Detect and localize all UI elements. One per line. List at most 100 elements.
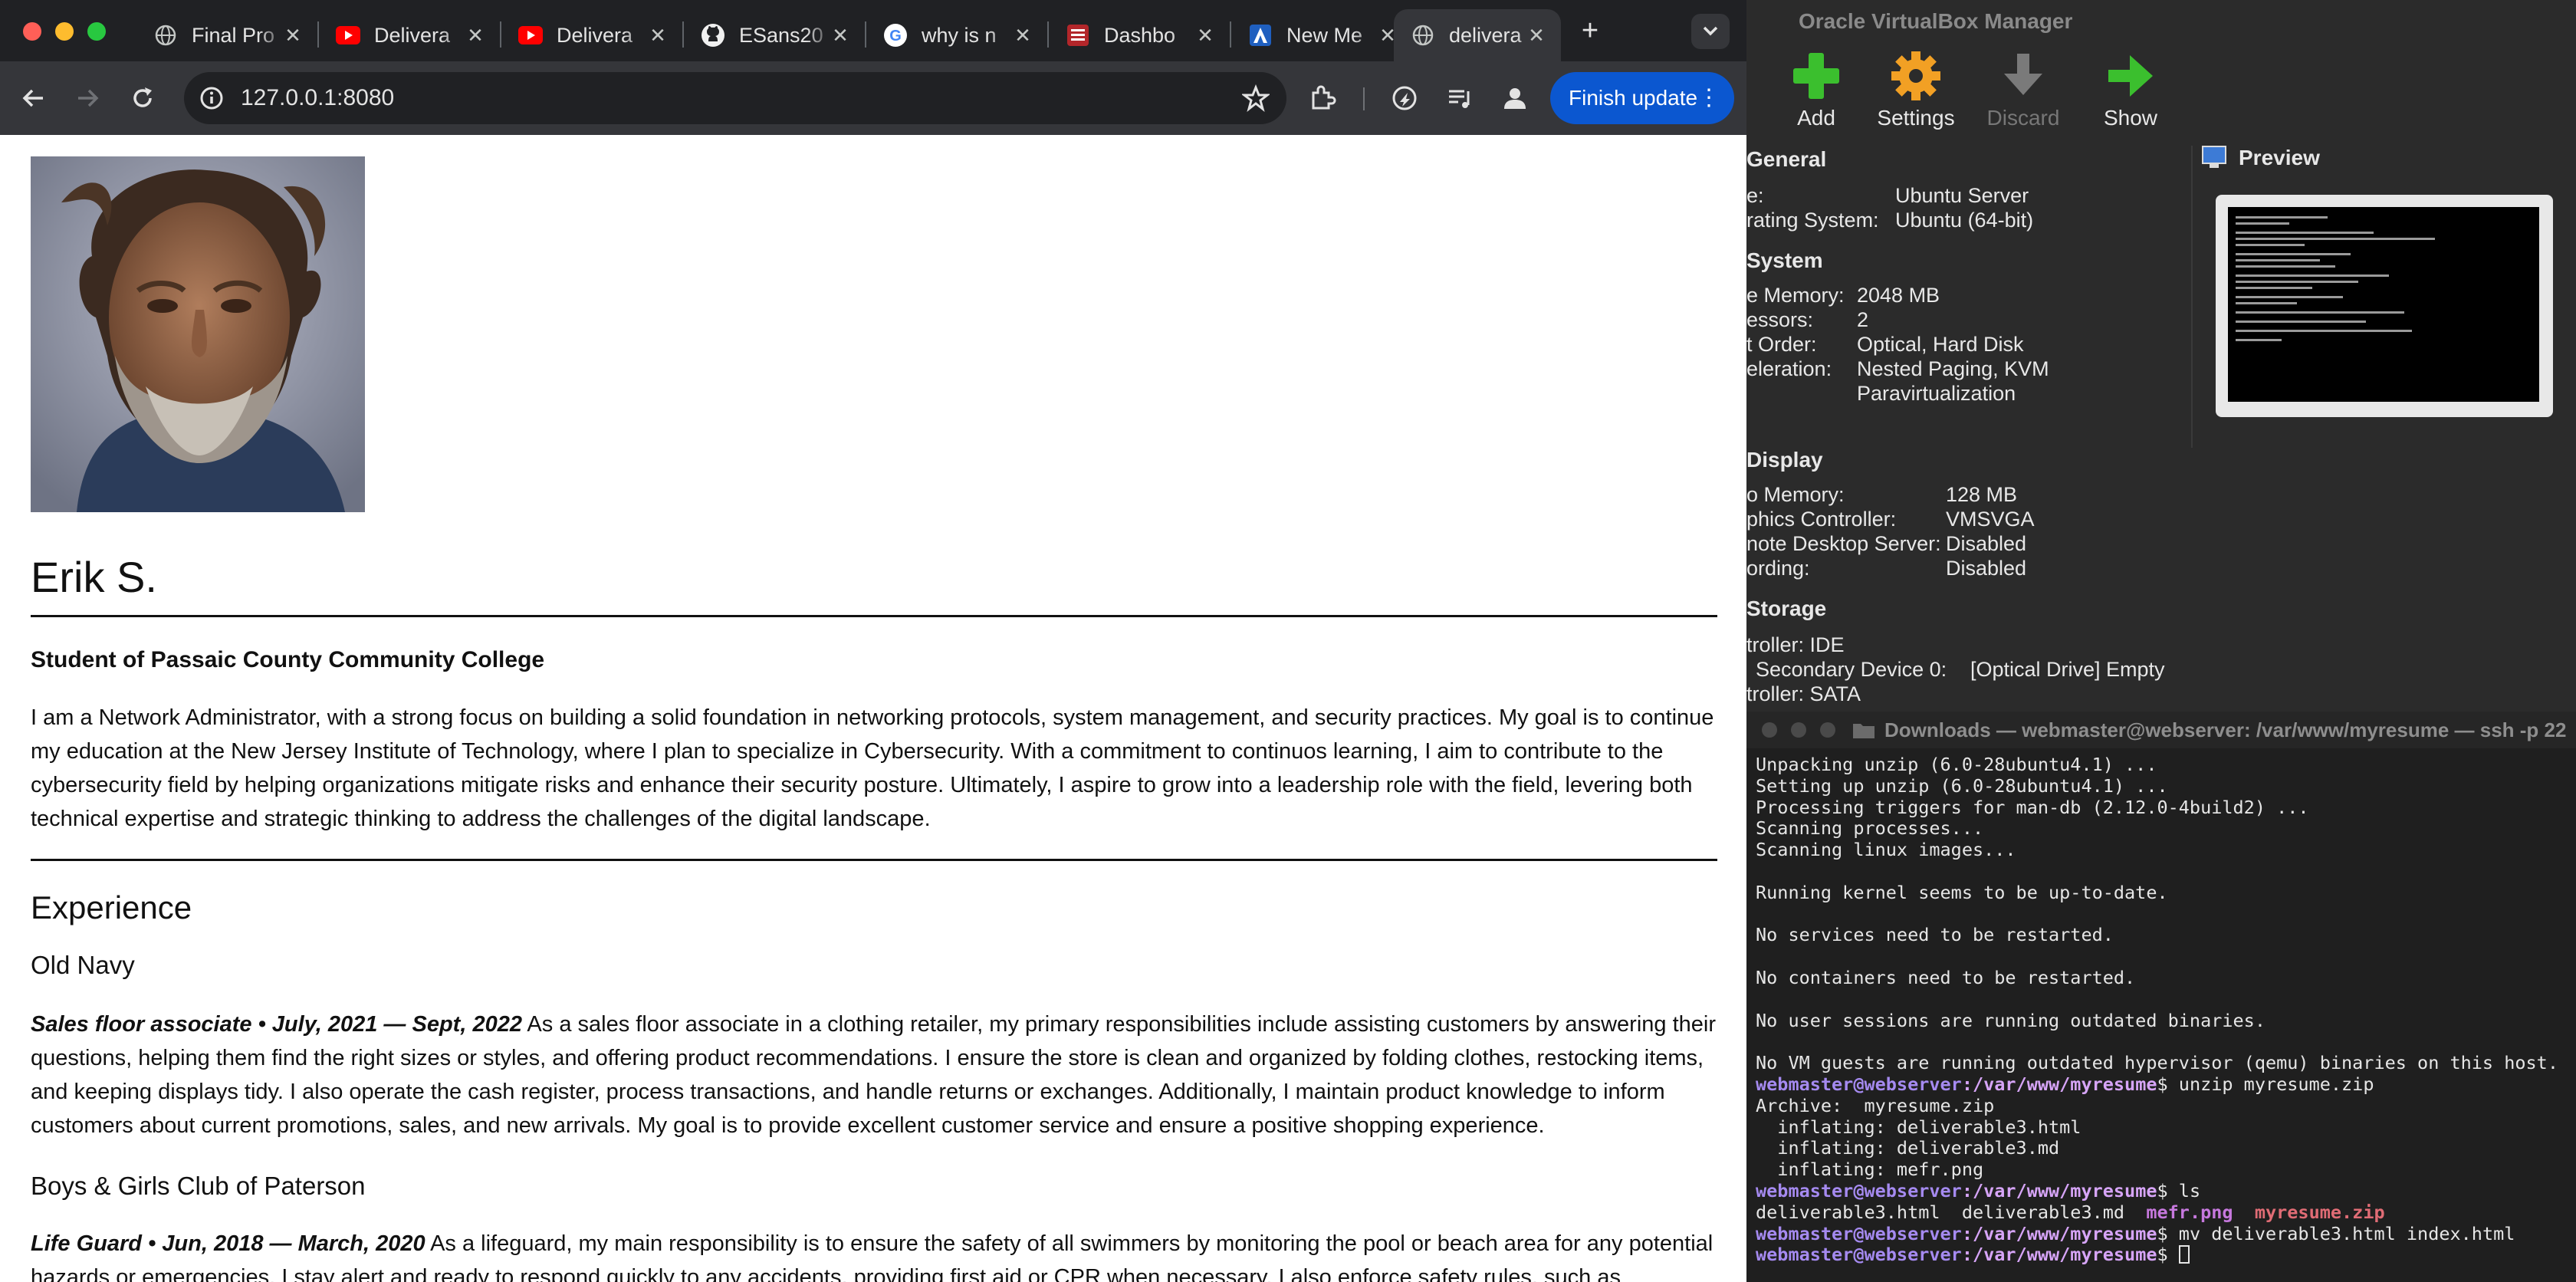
minimize-window-button[interactable]: [55, 22, 74, 41]
tab-youtube-1[interactable]: Delivera ✕: [319, 9, 500, 61]
tab-title: Final Pro: [192, 23, 275, 47]
close-tab-icon[interactable]: ✕: [1194, 25, 1216, 46]
close-tab-icon[interactable]: ✕: [1526, 25, 1547, 46]
preview-title: Preview: [2239, 146, 2320, 169]
detail-value: Disabled: [1946, 557, 2027, 580]
finish-update-button[interactable]: Finish update ⋮: [1550, 72, 1734, 124]
detail-key: e:: [1746, 184, 1764, 207]
detail-value: Ubuntu (64-bit): [1895, 209, 2034, 232]
terminal-line: inflating: deliverable3.html: [1756, 1116, 2082, 1138]
job-entry: Sales floor associate • July, 2021 — Sep…: [31, 1008, 1717, 1142]
tab-final-project[interactable]: Final Pro ✕: [136, 9, 317, 61]
detail-value: Disabled: [1946, 532, 2027, 555]
resume-page: Erik S. Student of Passaic County Commun…: [0, 135, 1746, 1282]
console-text-thumbnail: [2236, 216, 2435, 341]
url-text: 127.0.0.1:8080: [241, 85, 395, 110]
site-info-icon[interactable]: [199, 86, 224, 110]
command-text: $ mv deliverable3.html index.html: [2157, 1222, 2515, 1244]
terminal-line: No user sessions are running outdated bi…: [1756, 1009, 2266, 1031]
show-button[interactable]: Show: [2081, 46, 2180, 130]
settings-label: Settings: [1877, 106, 1955, 130]
new-tab-icon[interactable]: +: [1575, 15, 1605, 46]
prompt-user: webmaster@webserver: [1756, 1179, 1962, 1201]
prompt-user: webmaster@webserver: [1756, 1244, 1962, 1266]
detail-value: 2: [1857, 308, 1869, 331]
performance-button[interactable]: [1385, 78, 1424, 118]
detail-value: 2048 MB: [1857, 284, 1940, 307]
minimize-window-button[interactable]: [1791, 722, 1806, 738]
display-section-title: Display: [1746, 448, 1823, 472]
close-tab-icon[interactable]: ✕: [1012, 25, 1033, 46]
show-label: Show: [2103, 106, 2158, 130]
youtube-icon: [518, 23, 543, 48]
detail-key: rating System:: [1746, 209, 1879, 232]
prompt-line: webmaster@webserver:/var/www/myresume$ l…: [1756, 1179, 2571, 1202]
close-window-button[interactable]: [1762, 722, 1777, 738]
terminal-line: Processing triggers for man-db (2.12.0-4…: [1756, 796, 2309, 818]
tab-title: New Me: [1286, 23, 1363, 47]
more-vert-icon[interactable]: ⋮: [1697, 72, 1720, 124]
tab-title: ESans20: [739, 23, 823, 47]
detail-key: troller: SATA: [1746, 682, 1861, 705]
toolbar-divider: [1363, 87, 1365, 110]
tab-title: why is n: [922, 23, 997, 47]
tab-dashboard[interactable]: Dashbo ✕: [1049, 9, 1230, 61]
arrow-left-icon: [22, 89, 43, 107]
close-tab-icon[interactable]: ✕: [282, 25, 304, 46]
command-text: $ ls: [2157, 1179, 2201, 1201]
prompt-path: :/var/www/myresume: [1961, 1244, 2157, 1266]
profile-button[interactable]: [1495, 78, 1535, 118]
terminal-window: Downloads — webmaster@webserver: /var/ww…: [1746, 712, 2576, 1282]
vm-preview-frame[interactable]: [2216, 195, 2553, 417]
detail-value: Ubuntu Server: [1895, 184, 2029, 207]
terminal-line: Setting up unzip (6.0-28ubuntu4.1) ...: [1756, 774, 2168, 797]
monitor-icon: [2202, 146, 2226, 168]
folder-icon: [1853, 724, 1875, 738]
terminal-output[interactable]: Unpacking unzip (6.0-28ubuntu4.1) ... Set…: [1756, 754, 2571, 1266]
tab-new-message[interactable]: New Me ✕: [1231, 9, 1412, 61]
back-button[interactable]: [14, 78, 54, 118]
globe-icon: [153, 23, 178, 48]
maximize-window-button[interactable]: [87, 22, 106, 41]
reload-button[interactable]: [123, 78, 163, 118]
terminal-title: Downloads — webmaster@webserver: /var/ww…: [1884, 718, 2567, 741]
detail-value: [Optical Drive] Empty: [1970, 658, 2165, 681]
maximize-window-button[interactable]: [1820, 722, 1835, 738]
tab-deliverable-active[interactable]: delivera ✕: [1394, 9, 1561, 61]
detail-key: ording:: [1746, 557, 1810, 580]
close-window-button[interactable]: [23, 22, 41, 41]
settings-button[interactable]: Settings: [1866, 46, 1966, 130]
terminal-line: No containers need to be restarted.: [1756, 966, 2136, 988]
arrow-down-icon: [2004, 54, 2042, 95]
tab-title: Dashbo: [1104, 23, 1176, 47]
close-tab-icon[interactable]: ✕: [465, 25, 486, 46]
prompt-path: :/var/www/myresume: [1961, 1073, 2157, 1095]
terminal-line: No VM guests are running outdated hyperv…: [1756, 1052, 2558, 1074]
command-text: $ unzip myresume.zip: [2157, 1073, 2374, 1095]
svg-text:G: G: [889, 28, 902, 44]
extensions-button[interactable]: [1302, 78, 1342, 118]
address-bar[interactable]: 127.0.0.1:8080: [184, 72, 1286, 124]
profile-photo: [31, 156, 365, 512]
prompt-line: webmaster@webserver:/var/www/myresume$ u…: [1756, 1073, 2571, 1096]
resume-subtitle: Student of Passaic County Community Coll…: [31, 647, 545, 672]
bookmark-star-icon[interactable]: [1242, 84, 1270, 112]
finish-update-label: Finish update: [1569, 86, 1698, 110]
media-control-button[interactable]: [1440, 78, 1480, 118]
terminal-line: Archive: myresume.zip: [1756, 1094, 1995, 1116]
ls-file: mefr.png: [2146, 1201, 2233, 1223]
forward-button[interactable]: [67, 78, 107, 118]
gear-icon: [1891, 51, 1940, 100]
add-button[interactable]: Add: [1766, 46, 1866, 130]
tab-search-button[interactable]: [1691, 14, 1730, 49]
tab-github[interactable]: ESans20 ✕: [684, 9, 865, 61]
discard-button[interactable]: Discard: [1973, 46, 2073, 130]
tab-youtube-2[interactable]: Delivera ✕: [501, 9, 682, 61]
tab-google-search[interactable]: G why is n ✕: [866, 9, 1047, 61]
summary-paragraph: I am a Network Administrator, with a str…: [31, 705, 1714, 831]
close-tab-icon[interactable]: ✕: [830, 25, 851, 46]
dashboard-icon: [1066, 23, 1090, 48]
close-tab-icon[interactable]: ✕: [647, 25, 669, 46]
ls-file: deliverable3.html: [1756, 1201, 1940, 1223]
